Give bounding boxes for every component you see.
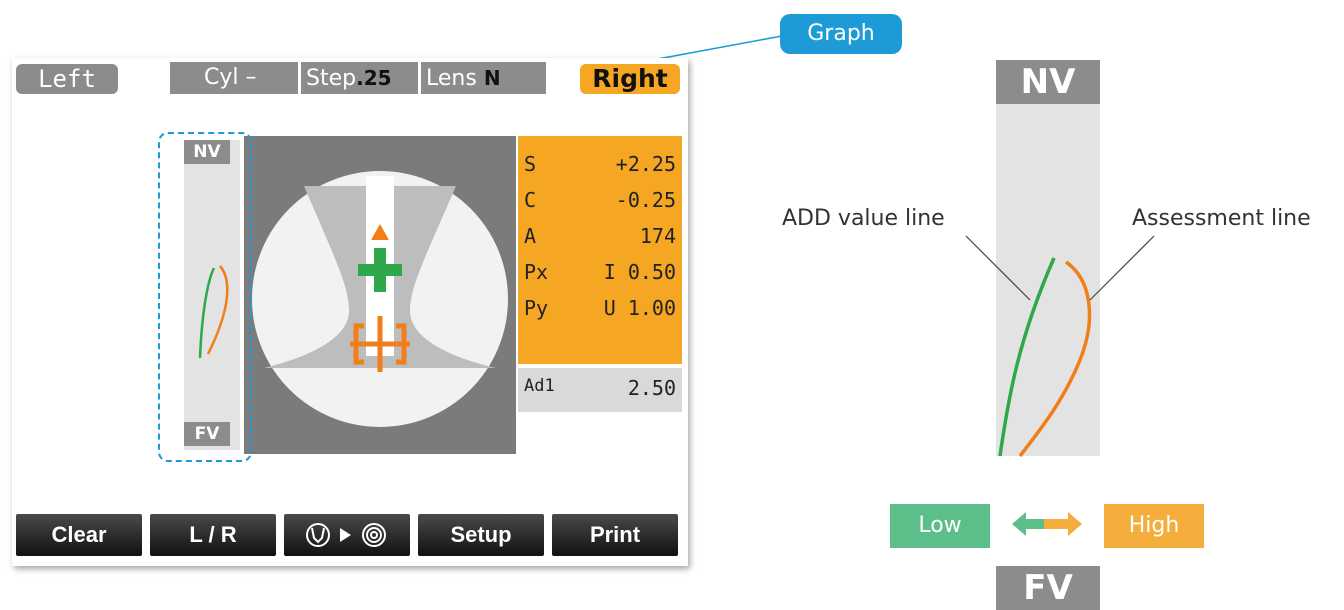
low-high-arrow-icon [1012,512,1082,536]
high-label: High [1104,504,1204,548]
zoom-assessment-line [1018,260,1092,458]
assessment-line-label: Assessment line [1132,206,1311,231]
assessment-line-pointer [1089,235,1155,301]
zoom-add-value-line [998,257,1056,457]
low-label: Low [890,504,990,548]
add-line-pointer [965,235,1031,301]
add-value-line-label: ADD value line [782,206,945,231]
